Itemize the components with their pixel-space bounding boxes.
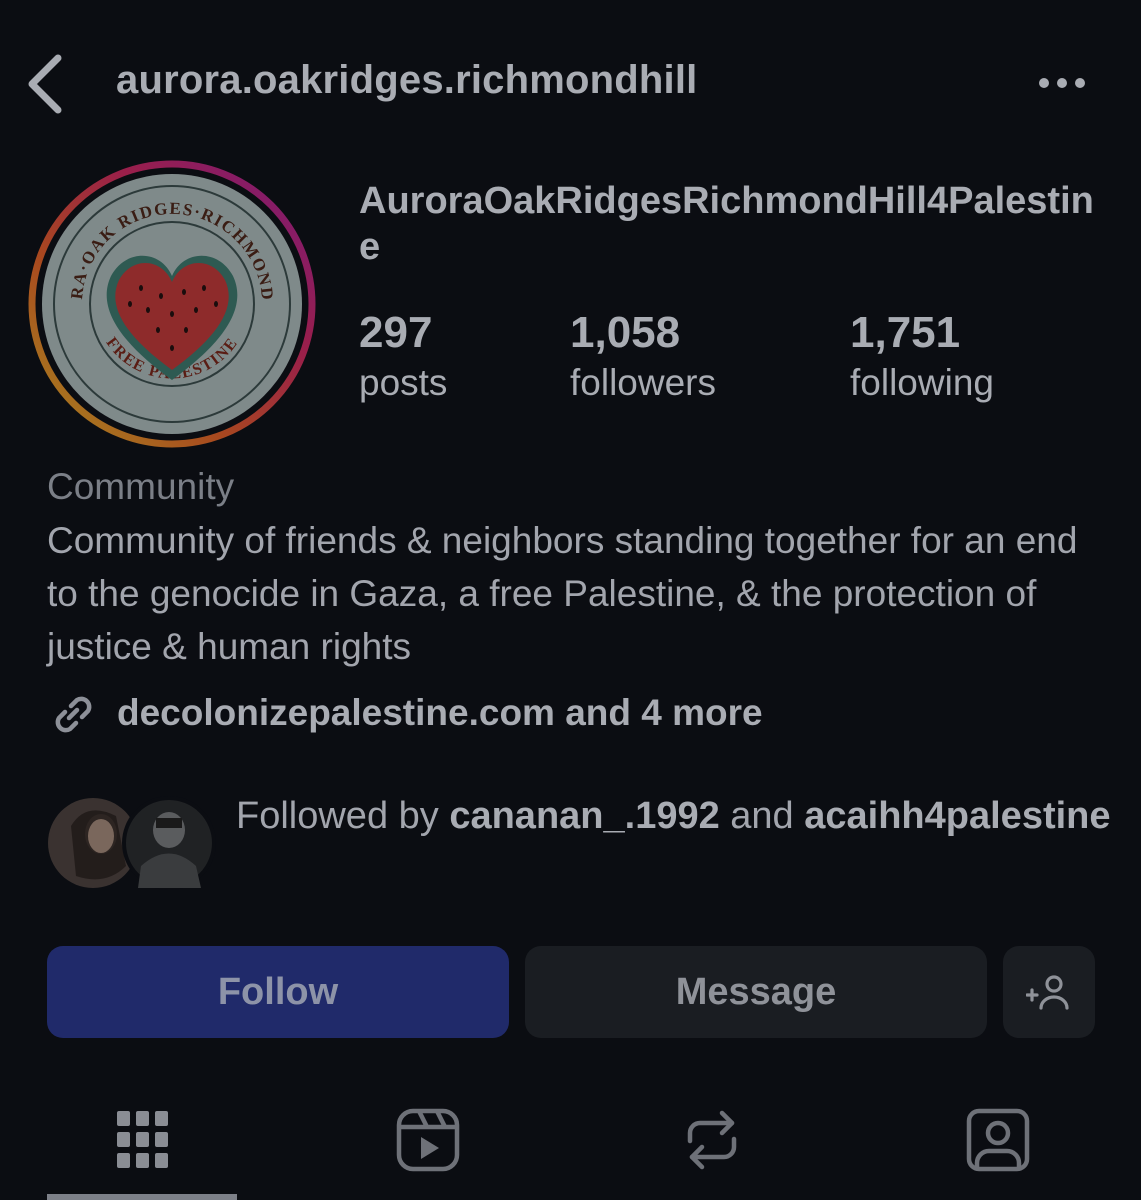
profile-display-name: AuroraOakRidgesRichmondHill4Palestine: [359, 180, 1094, 268]
follow-button[interactable]: Follow: [47, 946, 509, 1038]
stat-posts[interactable]: 297 posts: [359, 308, 447, 408]
more-horizontal-icon: [1039, 78, 1085, 88]
profile-category: Community: [47, 466, 235, 507]
stat-followers[interactable]: 1,058 followers: [570, 308, 716, 408]
followed-by-connector: and: [719, 795, 805, 837]
add-user-icon: [1026, 975, 1069, 1010]
tab-reposts[interactable]: [672, 1100, 752, 1180]
mutual-follower-link[interactable]: acaihh4palestine: [804, 795, 1110, 837]
posts-label: posts: [359, 362, 448, 403]
link-icon: [55, 696, 92, 733]
profile-link-text: decolonizepalestine.com and 4 more: [117, 692, 763, 733]
followed-by-text: Followed by cananan_.1992 and acaihh4pal…: [236, 790, 1116, 842]
tagged-user-icon: [966, 1108, 1030, 1172]
mutual-followers-avatars[interactable]: [46, 796, 216, 890]
reels-icon: [396, 1108, 460, 1172]
stat-following[interactable]: 1,751 following: [850, 308, 994, 408]
more-options-button[interactable]: [1032, 68, 1092, 98]
followers-label: followers: [570, 362, 716, 403]
following-label: following: [850, 362, 994, 403]
tab-tagged[interactable]: [958, 1100, 1038, 1180]
profile-link[interactable]: decolonizepalestine.com and 4 more: [47, 686, 763, 740]
grid-icon: [117, 1111, 168, 1168]
tab-posts-grid[interactable]: [103, 1100, 183, 1180]
following-count: 1,751: [850, 308, 961, 357]
chevron-left-icon: [28, 54, 62, 114]
avatar: [122, 796, 216, 890]
suggested-users-button[interactable]: [1003, 946, 1095, 1038]
posts-count: 297: [359, 308, 433, 357]
repost-icon: [687, 1110, 737, 1170]
followed-by-prefix: Followed by: [236, 795, 450, 837]
followers-count: 1,058: [570, 308, 681, 357]
message-button[interactable]: Message: [525, 946, 987, 1038]
back-button[interactable]: [22, 52, 72, 116]
header-username: aurora.oakridges.richmondhill: [116, 58, 698, 102]
mutual-follower-link[interactable]: cananan_.1992: [449, 795, 719, 837]
profile-avatar[interactable]: AURORA·OAK RIDGES·RICHMOND HILL FREE PAL…: [19, 143, 318, 450]
tab-reels[interactable]: [388, 1100, 468, 1180]
avatar-image: AURORA·OAK RIDGES·RICHMOND HILL FREE PAL…: [19, 143, 316, 448]
profile-bio: Community of friends & neighbors standin…: [47, 520, 1078, 667]
active-tab-indicator: [47, 1194, 237, 1200]
